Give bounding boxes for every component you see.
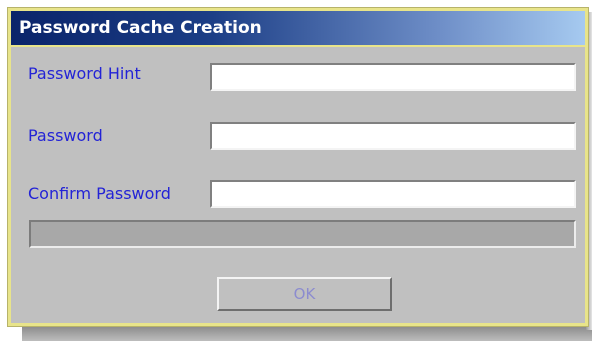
password-hint-input[interactable] — [210, 63, 576, 91]
confirm-password-input[interactable] — [210, 180, 576, 208]
password-label: Password — [28, 126, 103, 145]
title-bar[interactable]: Password Cache Creation — [11, 11, 585, 47]
dialog-shadow — [22, 326, 592, 341]
dialog-title: Password Cache Creation — [19, 18, 262, 38]
progress-bar — [29, 220, 576, 248]
ok-button[interactable]: OK — [217, 277, 392, 311]
password-cache-dialog: Password Cache Creation Password Hint Pa… — [7, 7, 589, 327]
password-hint-label: Password Hint — [28, 64, 141, 83]
confirm-password-label: Confirm Password — [28, 184, 171, 203]
password-input[interactable] — [210, 122, 576, 150]
